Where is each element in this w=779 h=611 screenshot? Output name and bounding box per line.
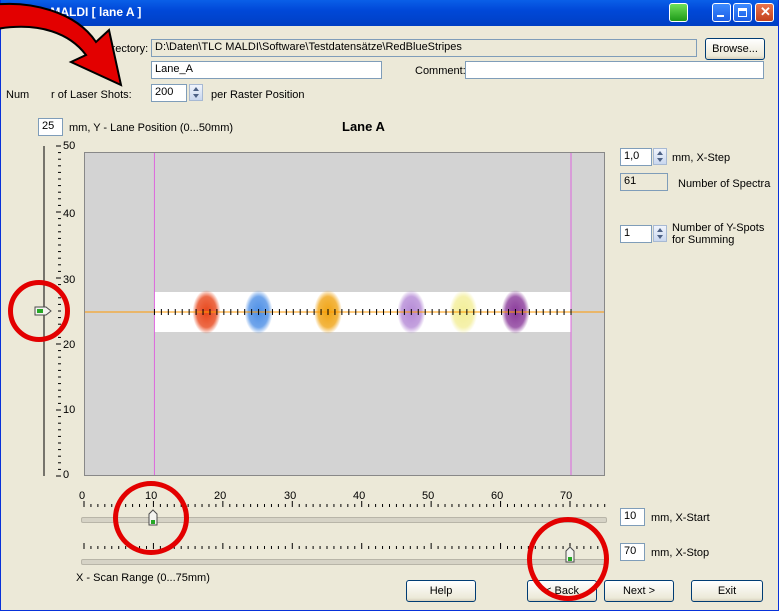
x-tick-label-50: 50	[422, 490, 435, 502]
x-tick-label-0: 0	[79, 490, 86, 502]
next-button[interactable]: Next >	[604, 580, 674, 602]
x-scan-range-label: X - Scan Range (0...75mm)	[76, 572, 210, 584]
tlc-maldi-window: TLC-MALDI [ lane A ] ✕ e Directory: D:\D…	[0, 0, 779, 611]
x-start-value[interactable]: 10	[620, 508, 645, 526]
x-stop-value[interactable]: 70	[620, 543, 645, 561]
annotation-circle-y-slider	[8, 280, 70, 342]
x-tick-label-30: 30	[284, 490, 297, 502]
x-start-label: mm, X-Start	[651, 512, 710, 524]
x-tick-label-40: 40	[353, 490, 366, 502]
x-tick-label-60: 60	[491, 490, 504, 502]
red-arrow-annotation	[0, 2, 123, 87]
x-stop-label: mm, X-Stop	[651, 547, 710, 559]
annotation-circle-x-start	[113, 481, 189, 555]
x-tick-label-70: 70	[560, 490, 573, 502]
x-tick-label-20: 20	[214, 490, 227, 502]
annotation-circle-x-stop	[527, 517, 609, 601]
exit-button[interactable]: Exit	[691, 580, 763, 602]
help-button[interactable]: Help	[406, 580, 476, 602]
